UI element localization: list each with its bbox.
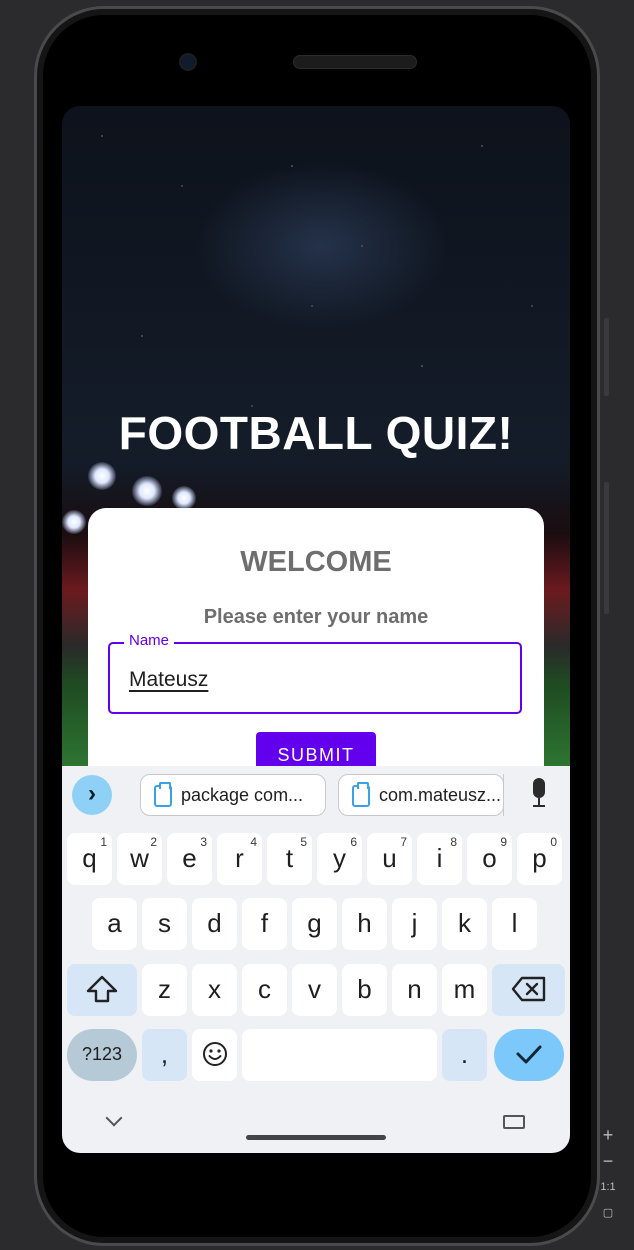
- key-hint: 0: [550, 835, 557, 849]
- key-w[interactable]: w2: [117, 833, 162, 885]
- clipboard-link-suggestion-text: com.mateusz...: [379, 785, 502, 805]
- key-label: u: [382, 843, 397, 873]
- key-i[interactable]: i8: [417, 833, 462, 885]
- key-hint: 2: [150, 835, 157, 849]
- floodlight: [172, 486, 196, 510]
- floodlight: [62, 510, 86, 534]
- emoji-key[interactable]: [192, 1029, 237, 1081]
- name-input-value[interactable]: Mateusz: [129, 668, 208, 692]
- key-t[interactable]: t5: [267, 833, 312, 885]
- device-screen: FOOTBALL QUIZ! WELCOME Please enter your…: [62, 106, 570, 1153]
- key-k[interactable]: k: [442, 898, 487, 950]
- space-key[interactable]: [242, 1029, 437, 1081]
- key-q[interactable]: q1: [67, 833, 112, 885]
- key-x[interactable]: x: [192, 964, 237, 1016]
- key-hint: 4: [250, 835, 257, 849]
- key-v[interactable]: v: [292, 964, 337, 1016]
- key-hint: 6: [350, 835, 357, 849]
- soft-keyboard: › package com... com.mateusz... q1 w2 e3…: [62, 766, 570, 1153]
- key-m[interactable]: m: [442, 964, 487, 1016]
- clipboard-link-suggestion[interactable]: com.mateusz...: [338, 774, 504, 816]
- key-label: t: [285, 843, 294, 873]
- shift-arrow-icon: [86, 975, 118, 1003]
- key-p[interactable]: p0: [517, 833, 562, 885]
- key-label: o: [482, 843, 497, 873]
- backspace-key[interactable]: [492, 964, 565, 1016]
- clipboard-suggestion-text: package com...: [181, 785, 304, 805]
- earpiece-speaker: [293, 55, 417, 69]
- key-label: p: [532, 843, 547, 873]
- key-b[interactable]: b: [342, 964, 387, 1016]
- floodlight: [132, 476, 162, 506]
- floodlight: [88, 462, 116, 490]
- gesture-home-bar[interactable]: [246, 1135, 386, 1140]
- key-label: e: [182, 843, 197, 873]
- key-h[interactable]: h: [342, 898, 387, 950]
- key-label: i: [436, 843, 443, 873]
- period-key[interactable]: .: [442, 1029, 487, 1081]
- key-label: q: [82, 843, 97, 873]
- key-hint: 9: [500, 835, 507, 849]
- key-s[interactable]: s: [142, 898, 187, 950]
- key-r[interactable]: r4: [217, 833, 262, 885]
- volume-rocker: [604, 482, 609, 614]
- suggestion-divider: [503, 774, 504, 816]
- welcome-heading: WELCOME: [240, 546, 392, 578]
- clipboard-icon: [154, 782, 172, 807]
- emoji-icon: [202, 1042, 227, 1066]
- backspace-icon: [511, 976, 545, 1002]
- key-g[interactable]: g: [292, 898, 337, 950]
- key-f[interactable]: f: [242, 898, 287, 950]
- key-z[interactable]: z: [142, 964, 187, 1016]
- key-a[interactable]: a: [92, 898, 137, 950]
- actual-size-button[interactable]: 1:1: [594, 1174, 622, 1200]
- key-hint: 1: [100, 835, 107, 849]
- name-input-label: Name: [124, 632, 175, 649]
- key-label: r: [235, 843, 244, 873]
- key-e[interactable]: e3: [167, 833, 212, 885]
- key-label: w: [130, 843, 149, 873]
- name-prompt: Please enter your name: [203, 606, 429, 628]
- key-hint: 5: [300, 835, 307, 849]
- key-d[interactable]: d: [192, 898, 237, 950]
- comma-key[interactable]: ,: [142, 1029, 187, 1081]
- chevron-right-icon[interactable]: ›: [72, 775, 112, 815]
- key-hint: 8: [450, 835, 457, 849]
- welcome-card: WELCOME Please enter your name Name Mate…: [88, 508, 544, 808]
- name-input[interactable]: Name Mateusz: [108, 632, 522, 714]
- key-label: y: [333, 843, 346, 873]
- checkmark-icon: [516, 1045, 542, 1064]
- key-u[interactable]: u7: [367, 833, 412, 885]
- key-j[interactable]: j: [392, 898, 437, 950]
- key-c[interactable]: c: [242, 964, 287, 1016]
- app-title: FOOTBALL QUIZ!: [118, 407, 514, 459]
- emulator-zoom-controls: + − 1:1 ▢: [594, 1122, 622, 1226]
- key-hint: 3: [200, 835, 207, 849]
- key-hint: 7: [400, 835, 407, 849]
- key-l[interactable]: l: [492, 898, 537, 950]
- symbols-key[interactable]: ?123: [67, 1029, 137, 1081]
- hide-keyboard-chevron-icon[interactable]: [105, 1109, 123, 1127]
- key-y[interactable]: y6: [317, 833, 362, 885]
- power-button: [604, 318, 609, 396]
- done-key[interactable]: [494, 1029, 564, 1081]
- zoom-in-button[interactable]: +: [594, 1122, 622, 1148]
- fit-screen-icon[interactable]: ▢: [594, 1200, 622, 1226]
- key-n[interactable]: n: [392, 964, 437, 1016]
- front-camera: [179, 53, 197, 71]
- microphone-icon[interactable]: [528, 778, 550, 812]
- shift-key[interactable]: [67, 964, 137, 1016]
- clipboard-link-icon: [352, 782, 370, 807]
- clipboard-suggestion[interactable]: package com...: [140, 774, 326, 816]
- keyboard-switch-icon[interactable]: [503, 1115, 525, 1129]
- key-o[interactable]: o9: [467, 833, 512, 885]
- zoom-out-button[interactable]: −: [594, 1148, 622, 1174]
